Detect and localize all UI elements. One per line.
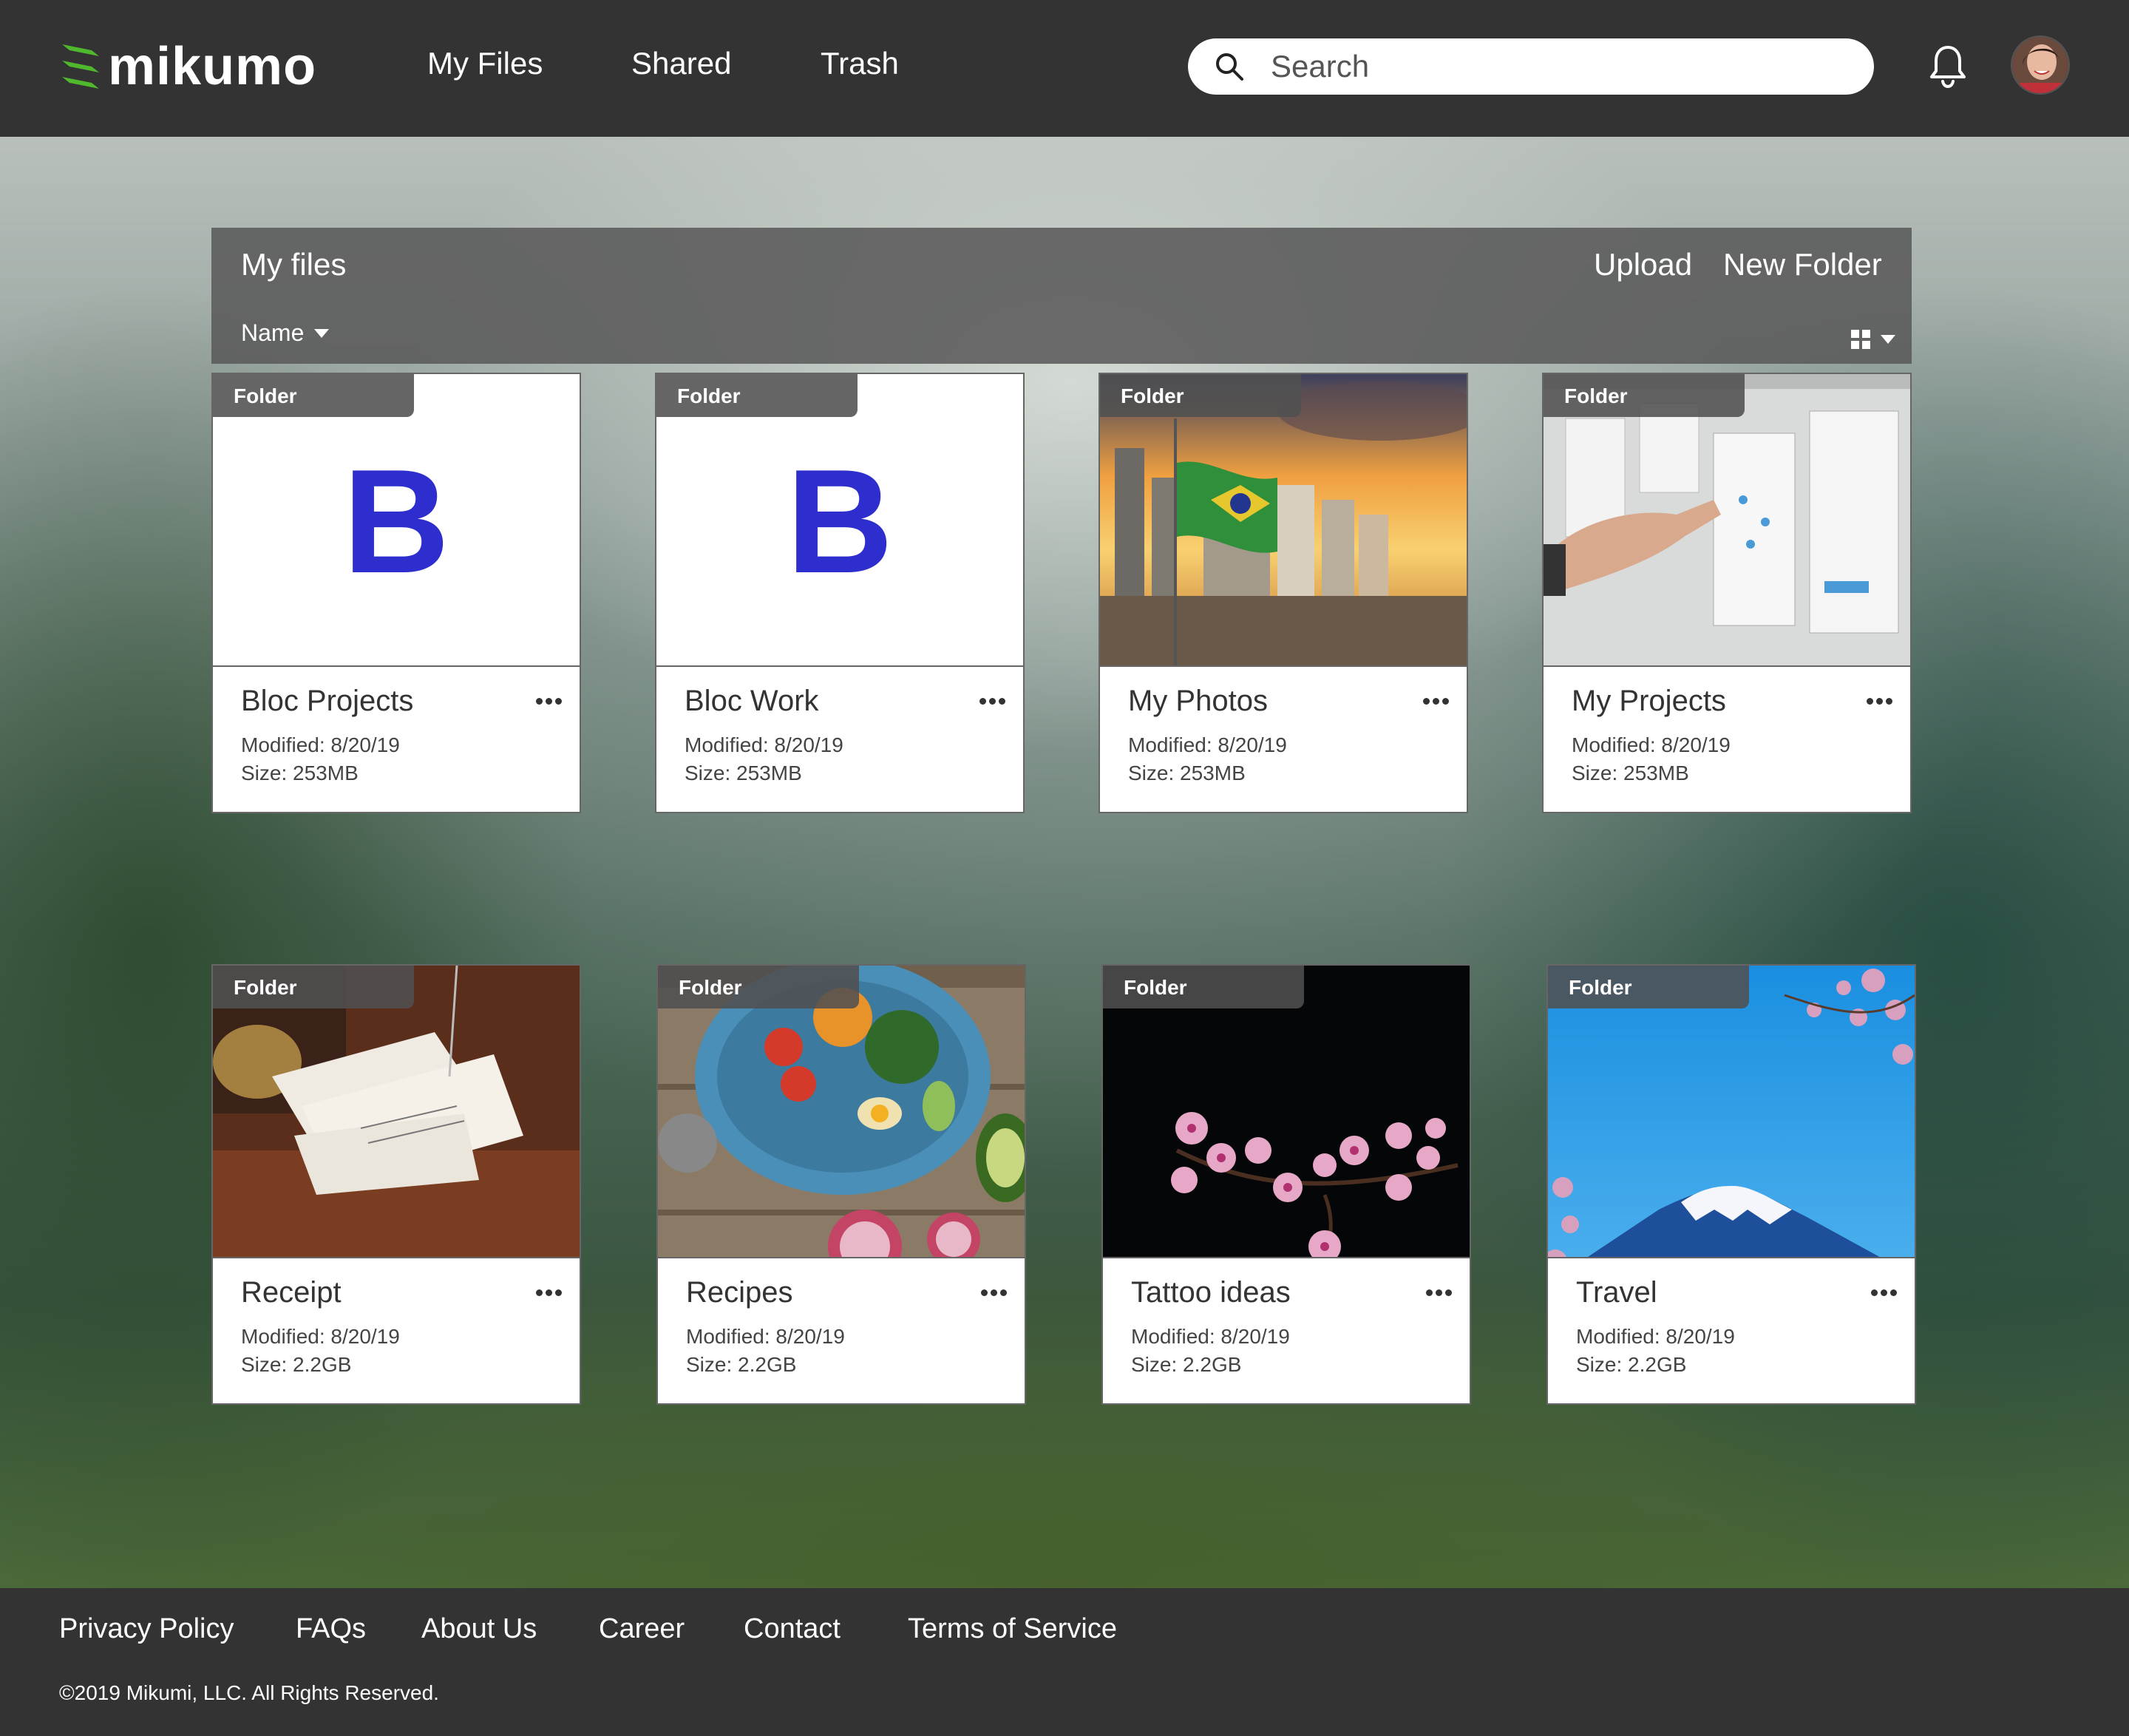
folder-tag: Folder — [1544, 374, 1745, 417]
folder-name: Receipt — [241, 1276, 342, 1309]
folder-thumbnail — [1544, 374, 1910, 667]
more-options-icon[interactable] — [1425, 1279, 1453, 1296]
folder-card[interactable]: B Folder Bloc Work Modified: 8/20/19 Siz… — [655, 373, 1025, 813]
folder-size: Size: 253MB — [241, 762, 359, 784]
bell-icon[interactable] — [1927, 44, 1969, 89]
more-options-icon[interactable] — [1870, 1279, 1898, 1296]
folder-thumbnail — [1103, 966, 1470, 1258]
folder-modified: Modified: 8/20/19 — [241, 733, 400, 756]
more-options-icon[interactable] — [534, 688, 563, 705]
receipts-photo — [213, 966, 580, 1257]
footer-link-terms-of-service[interactable]: Terms of Service — [908, 1613, 1117, 1645]
more-options-icon[interactable] — [1422, 688, 1450, 705]
salad-bowl-photo — [658, 966, 1025, 1257]
folder-card[interactable]: Folder Receipt Modified: 8/20/19 Size: 2… — [211, 964, 581, 1405]
folder-thumbnail — [1548, 966, 1915, 1258]
folder-tag: Folder — [658, 966, 859, 1008]
footer-link-faqs[interactable]: FAQs — [296, 1613, 366, 1645]
folder-thumbnail — [213, 966, 580, 1258]
logo[interactable]: mikumo — [59, 37, 316, 96]
footer-link-about-us[interactable]: About Us — [421, 1613, 537, 1645]
folder-modified: Modified: 8/20/19 — [1576, 1325, 1735, 1348]
folder-tag: Folder — [1548, 966, 1749, 1008]
city-sunset-photo — [1100, 374, 1467, 665]
top-nav-bar: mikumo My Files Shared Trash — [0, 0, 2129, 137]
folder-thumbnail: B — [213, 374, 580, 667]
nav-my-files[interactable]: My Files — [427, 46, 543, 81]
new-folder-button[interactable]: New Folder — [1723, 247, 1882, 282]
folder-tag: Folder — [1100, 374, 1301, 417]
nav-trash[interactable]: Trash — [821, 46, 899, 81]
view-toggle-dropdown[interactable] — [1851, 330, 1895, 349]
sort-label: Name — [241, 319, 305, 346]
folder-tag: Folder — [1103, 966, 1304, 1008]
page-title: My files — [241, 247, 347, 282]
folder-name: Bloc Work — [685, 685, 819, 717]
folder-size: Size: 253MB — [1572, 762, 1689, 784]
files-toolbar: My files Upload New Folder Name — [211, 228, 1912, 364]
folder-card[interactable]: Folder My Photos Modified: 8/20/19 Size:… — [1099, 373, 1468, 813]
folder-thumbnail: B — [656, 374, 1023, 667]
caret-down-icon — [1881, 335, 1895, 344]
caret-down-icon — [314, 328, 330, 338]
cherry-blossom-photo — [1103, 966, 1470, 1257]
grid-view-icon — [1851, 330, 1870, 349]
folder-name: My Projects — [1572, 685, 1726, 717]
more-options-icon[interactable] — [979, 1279, 1008, 1296]
mount-fuji-photo — [1548, 966, 1915, 1257]
folder-size: Size: 253MB — [1128, 762, 1246, 784]
folder-tag: Folder — [213, 374, 414, 417]
folder-card[interactable]: Folder Tattoo ideas Modified: 8/20/19 Si… — [1101, 964, 1471, 1405]
folder-size: Size: 2.2GB — [1576, 1353, 1687, 1376]
more-options-icon[interactable] — [534, 1279, 563, 1296]
user-photo-icon — [2012, 37, 2068, 93]
folder-card[interactable]: Folder My Projects Modified: 8/20/19 Siz… — [1542, 373, 1912, 813]
folder-size: Size: 2.2GB — [241, 1353, 352, 1376]
footer-link-contact[interactable]: Contact — [744, 1613, 841, 1645]
whiteboard-photo — [1544, 374, 1910, 665]
copyright: ©2019 Mikumi, LLC. All Rights Reserved. — [59, 1681, 439, 1704]
page: mikumo My Files Shared Trash Search My f… — [0, 0, 2129, 1736]
nav-shared[interactable]: Shared — [631, 46, 731, 81]
folder-tag: Folder — [656, 374, 858, 417]
folder-name: My Photos — [1128, 685, 1268, 717]
folder-name: Recipes — [686, 1276, 793, 1309]
letter-b-logo: B — [786, 439, 894, 604]
letter-b-logo: B — [342, 439, 450, 604]
search-icon[interactable] — [1215, 52, 1244, 81]
search-input[interactable] — [1271, 46, 1847, 87]
footer: Privacy Policy FAQs About Us Career Cont… — [0, 1588, 2129, 1736]
folder-card[interactable]: Folder Travel Modified: 8/20/19 Size: 2.… — [1546, 964, 1916, 1405]
logo-text: mikumo — [108, 37, 317, 96]
folder-thumbnail — [658, 966, 1025, 1258]
folder-modified: Modified: 8/20/19 — [1128, 733, 1287, 756]
more-options-icon[interactable] — [978, 688, 1007, 705]
folder-card[interactable]: B Folder Bloc Projects Modified: 8/20/19… — [211, 373, 581, 813]
footer-link-privacy-policy[interactable]: Privacy Policy — [59, 1613, 234, 1645]
folder-name: Travel — [1576, 1276, 1657, 1309]
folder-thumbnail — [1100, 374, 1467, 667]
sort-dropdown[interactable]: Name — [241, 319, 330, 347]
folder-name: Tattoo ideas — [1131, 1276, 1291, 1309]
more-options-icon[interactable] — [1865, 688, 1894, 705]
folder-tag: Folder — [213, 966, 414, 1008]
upload-button[interactable]: Upload — [1594, 247, 1692, 282]
folder-size: Size: 2.2GB — [686, 1353, 797, 1376]
folder-size: Size: 253MB — [685, 762, 802, 784]
folder-card[interactable]: Folder Recipes Modified: 8/20/19 Size: 2… — [656, 964, 1026, 1405]
logo-icon — [62, 44, 99, 89]
folder-name: Bloc Projects — [241, 685, 414, 717]
avatar[interactable] — [2011, 35, 2070, 95]
folder-modified: Modified: 8/20/19 — [686, 1325, 845, 1348]
folder-modified: Modified: 8/20/19 — [685, 733, 843, 756]
folder-modified: Modified: 8/20/19 — [1572, 733, 1731, 756]
folder-size: Size: 2.2GB — [1131, 1353, 1242, 1376]
folder-modified: Modified: 8/20/19 — [1131, 1325, 1290, 1348]
footer-link-career[interactable]: Career — [599, 1613, 685, 1645]
search-bar[interactable] — [1188, 38, 1874, 95]
folder-modified: Modified: 8/20/19 — [241, 1325, 400, 1348]
